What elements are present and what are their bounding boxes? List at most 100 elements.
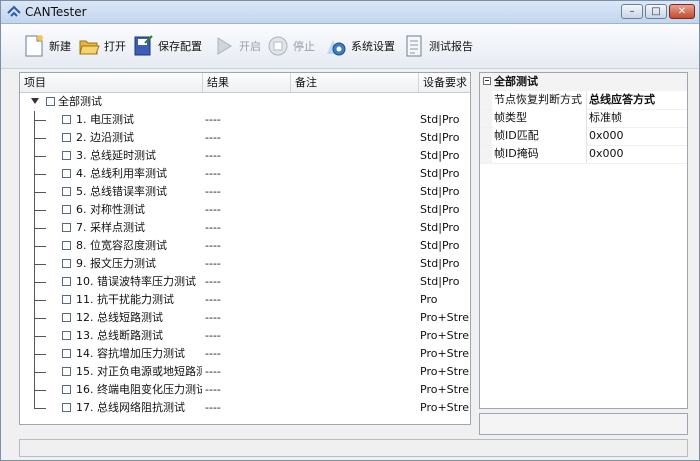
test-checkbox[interactable] (62, 115, 71, 124)
new-label: 新建 (49, 40, 71, 53)
property-value[interactable]: 标准帧 (587, 109, 687, 127)
table-row[interactable]: 6. 对称性测试 ---- Std|Pro (20, 201, 470, 219)
table-header: 项目 结果 备注 设备要求 (20, 73, 470, 93)
maximize-icon: □ (651, 5, 661, 17)
table-row[interactable]: 17. 总线网络阻抗测试 ---- Pro+Stre... (20, 399, 470, 417)
test-report-button[interactable]: 测试报告 (403, 32, 473, 60)
property-value[interactable]: 0x000 (587, 145, 687, 163)
test-checkbox[interactable] (62, 277, 71, 286)
tree-branch-line (34, 138, 46, 139)
table-row[interactable]: 1. 电压测试 ---- Std|Pro (20, 111, 470, 129)
save-config-label: 保存配置 (158, 40, 202, 53)
new-button[interactable]: 新建 (23, 32, 71, 60)
test-report-label: 测试报告 (429, 40, 473, 53)
collapse-arrow-icon[interactable] (31, 98, 39, 104)
test-name: 8. 位宽容忍度测试 (76, 239, 167, 252)
test-checkbox[interactable] (62, 295, 71, 304)
test-result: ---- (205, 113, 221, 126)
device-requirement: Std|Pro (420, 257, 460, 270)
test-checkbox[interactable] (62, 349, 71, 358)
tree-root-row[interactable]: 全部测试 (20, 93, 470, 111)
test-result: ---- (205, 167, 221, 180)
table-row[interactable]: 5. 总线错误率测试 ---- Std|Pro (20, 183, 470, 201)
table-row[interactable]: 9. 报文压力测试 ---- Std|Pro (20, 255, 470, 273)
app-window: CANTester – □ ✕ 新建 打开 保存配置 开启 停止 系统设置 测试… (0, 0, 700, 461)
device-requirement: Std|Pro (420, 239, 460, 252)
root-checkbox[interactable] (46, 97, 55, 106)
device-requirement: Pro+Stre... (420, 365, 470, 378)
test-name: 9. 报文压力测试 (76, 257, 156, 270)
property-row[interactable]: 帧类型 标准帧 (480, 109, 687, 128)
table-row[interactable]: 3. 总线延时测试 ---- Std|Pro (20, 147, 470, 165)
collapse-box-icon[interactable] (483, 77, 491, 85)
table-row[interactable]: 14. 容抗增加压力测试 ---- Pro+Stre... (20, 345, 470, 363)
test-checkbox[interactable] (62, 331, 71, 340)
table-row[interactable]: 2. 边沿测试 ---- Std|Pro (20, 129, 470, 147)
property-name: 帧ID匹配 (494, 127, 587, 145)
status-bar (19, 439, 688, 457)
test-checkbox[interactable] (62, 169, 71, 178)
test-checkbox[interactable] (62, 367, 71, 376)
property-row[interactable]: 帧ID掩码 0x000 (480, 145, 687, 164)
test-checkbox[interactable] (62, 187, 71, 196)
tree-branch-line (34, 354, 46, 355)
report-icon (406, 35, 422, 57)
table-row[interactable]: 12. 总线短路测试 ---- Pro+Stre... (20, 309, 470, 327)
tree-branch-line (34, 246, 46, 247)
property-grid: 全部测试 节点恢复判断方式 总线应答方式 帧类型 标准帧 帧ID匹配 0x000 帧ID掩码… (479, 72, 688, 409)
table-row[interactable]: 11. 抗干扰能力测试 ---- Pro (20, 291, 470, 309)
test-name: 7. 采样点测试 (76, 221, 145, 234)
property-category-title: 全部测试 (494, 75, 538, 88)
test-checkbox[interactable] (62, 205, 71, 214)
table-row[interactable]: 15. 对正负电源或地短路测...---- Pro+Stre... (20, 363, 470, 381)
table-row[interactable]: 10. 错误波特率压力测试 ---- Std|Pro (20, 273, 470, 291)
test-result: ---- (205, 311, 221, 324)
open-button[interactable]: 打开 (78, 32, 126, 60)
property-row[interactable]: 帧ID匹配 0x000 (480, 127, 687, 146)
close-button[interactable]: ✕ (669, 4, 695, 19)
table-row[interactable]: 7. 采样点测试 ---- Std|Pro (20, 219, 470, 237)
table-row[interactable]: 8. 位宽容忍度测试 ---- Std|Pro (20, 237, 470, 255)
column-header-remark[interactable]: 备注 (291, 73, 419, 92)
test-checkbox[interactable] (62, 403, 71, 412)
stop-button[interactable]: 停止 (267, 32, 315, 60)
tree-branch-line (34, 318, 46, 319)
table-row[interactable]: 13. 总线断路测试 ---- Pro+Stre... (20, 327, 470, 345)
column-header-device-requirement[interactable]: 设备要求 (419, 73, 470, 92)
test-checkbox[interactable] (62, 313, 71, 322)
save-config-button[interactable]: 保存配置 (132, 32, 202, 60)
start-button[interactable]: 开启 (213, 32, 261, 60)
test-result: ---- (205, 221, 221, 234)
test-checkbox[interactable] (62, 223, 71, 232)
system-settings-button[interactable]: 系统设置 (325, 32, 395, 60)
property-name: 帧类型 (494, 109, 587, 127)
test-result: ---- (205, 239, 221, 252)
column-header-item[interactable]: 项目 (20, 73, 203, 92)
device-requirement: Std|Pro (420, 185, 460, 198)
window-title: CANTester (25, 5, 87, 19)
property-row[interactable]: 节点恢复判断方式 总线应答方式 (480, 91, 687, 110)
column-header-result[interactable]: 结果 (203, 73, 291, 92)
test-result: ---- (205, 293, 221, 306)
maximize-button[interactable]: □ (645, 4, 667, 19)
test-name: 1. 电压测试 (76, 113, 134, 126)
table-row[interactable]: 16. 终端电阻变化压力测试---- Pro+Stre... (20, 381, 470, 399)
minimize-button[interactable]: – (621, 4, 643, 19)
test-checkbox[interactable] (62, 259, 71, 268)
tree-branch-line (34, 120, 46, 121)
property-value[interactable]: 总线应答方式 (587, 91, 687, 109)
table-row[interactable]: 4. 总线利用率测试 ---- Std|Pro (20, 165, 470, 183)
test-checkbox[interactable] (62, 151, 71, 160)
test-checkbox[interactable] (62, 385, 71, 394)
test-result: ---- (205, 383, 221, 396)
open-label: 打开 (104, 40, 126, 53)
device-requirement: Pro+Stre... (420, 311, 470, 324)
property-value[interactable]: 0x000 (587, 127, 687, 145)
test-checkbox[interactable] (62, 241, 71, 250)
test-result: ---- (205, 347, 221, 360)
tree-branch-line (34, 174, 46, 175)
property-category[interactable]: 全部测试 (480, 73, 687, 91)
title-bar[interactable]: CANTester – □ ✕ (1, 1, 699, 24)
test-checkbox[interactable] (62, 133, 71, 142)
test-result: ---- (205, 203, 221, 216)
